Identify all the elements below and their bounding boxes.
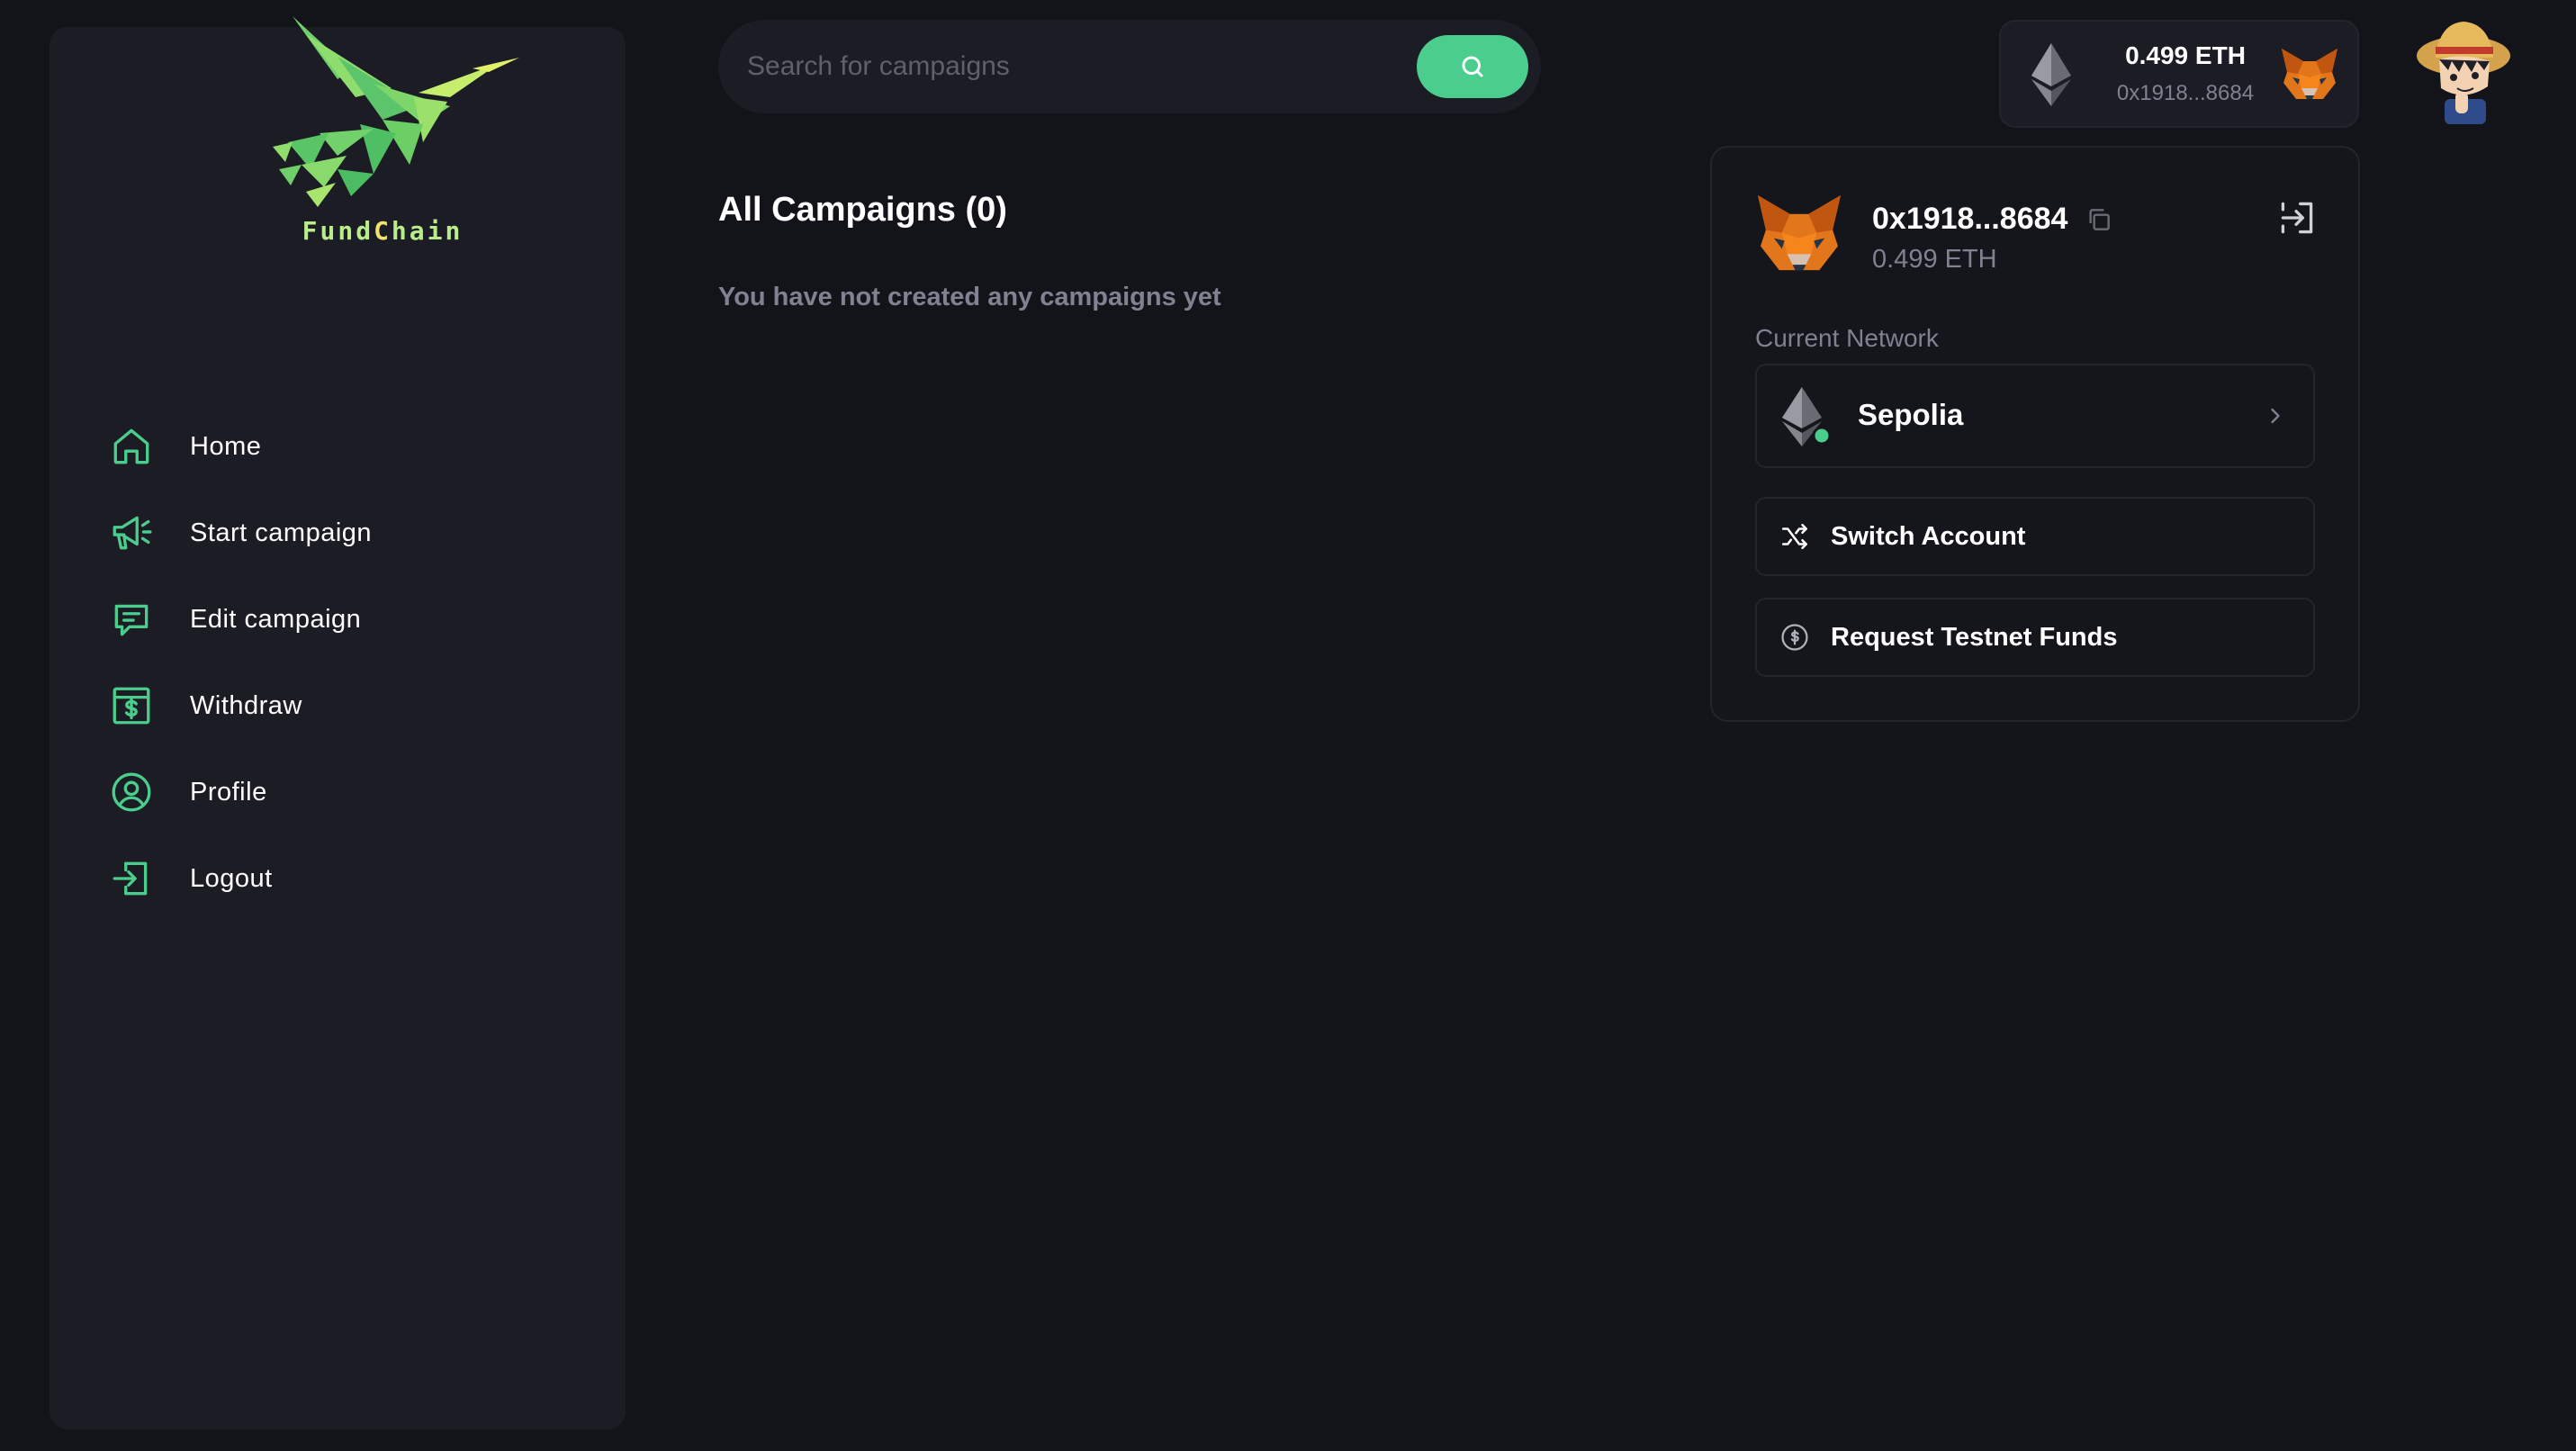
empty-state-message: You have not created any campaigns yet: [718, 283, 1221, 311]
search-icon: [1462, 56, 1483, 77]
megaphone-icon: [107, 509, 156, 557]
sidebar-item-label: Home: [190, 431, 262, 461]
logo[interactable]: FundChain: [203, 7, 563, 295]
sidebar: FundChain Home Start campaign Edit campa…: [50, 16, 626, 1429]
wallet-dropdown: 0x1918...8684 0.499 ETH Current Network …: [1710, 146, 2360, 722]
search-button[interactable]: [1417, 35, 1528, 98]
sidebar-item-label: Profile: [190, 777, 267, 807]
sidebar-item-profile[interactable]: Profile: [107, 749, 372, 835]
coin-icon: [1777, 619, 1813, 655]
ethereum-icon: [2031, 43, 2071, 106]
metamask-fox-icon: [2282, 49, 2337, 99]
sidebar-item-edit-campaign[interactable]: Edit campaign: [107, 576, 372, 662]
wallet-address: 0x1918...8684: [2116, 81, 2255, 105]
sidebar-item-withdraw[interactable]: Withdraw: [107, 662, 372, 749]
network-label: Current Network: [1755, 324, 1939, 352]
switch-account-label: Switch Account: [1831, 521, 2026, 551]
chevron-right-icon: [2271, 408, 2280, 424]
search-bar: [718, 20, 1541, 113]
brand-name: FundChain: [302, 216, 464, 246]
sidebar-item-label: Logout: [190, 863, 273, 893]
avatar-image: [2417, 22, 2510, 124]
home-icon: [107, 422, 156, 471]
network-name: Sepolia: [1858, 398, 1964, 431]
wallet-balance: 0.499 ETH: [1872, 245, 1997, 274]
sidebar-item-label: Edit campaign: [190, 604, 362, 634]
wallet-balance: 0.499 ETH: [2125, 41, 2246, 69]
disconnect-icon[interactable]: [2277, 198, 2317, 238]
ethereum-icon: [1782, 387, 1832, 446]
logout-icon: [107, 854, 156, 903]
sidebar-item-label: Withdraw: [190, 690, 302, 720]
search-input[interactable]: [718, 20, 1417, 113]
avatar[interactable]: [2412, 16, 2515, 124]
wallet-button[interactable]: 0.499 ETH 0x1918...8684: [1999, 20, 2359, 128]
message-icon: [107, 595, 156, 644]
sidebar-item-label: Start campaign: [190, 518, 373, 547]
shuffle-icon: [1777, 518, 1813, 554]
wallet-address: 0x1918...8684: [1872, 202, 2068, 236]
copy-icon[interactable]: [2085, 205, 2113, 234]
network-selector[interactable]: Sepolia: [1755, 364, 2315, 468]
dollar-icon: [107, 681, 156, 730]
sidebar-item-home[interactable]: Home: [107, 403, 372, 490]
sidebar-nav: Home Start campaign Edit campaign Withdr…: [107, 403, 372, 922]
metamask-fox-icon: [1758, 194, 1841, 271]
request-funds-button[interactable]: Request Testnet Funds: [1755, 598, 2315, 677]
switch-account-button[interactable]: Switch Account: [1755, 497, 2315, 576]
page-title: All Campaigns (0): [718, 191, 1007, 229]
request-funds-label: Request Testnet Funds: [1831, 622, 2118, 652]
hummingbird-icon: [273, 16, 519, 207]
app-root: FundChain Home Start campaign Edit campa…: [0, 0, 2576, 1451]
sidebar-item-logout[interactable]: Logout: [107, 835, 372, 922]
user-icon: [107, 768, 156, 816]
sidebar-item-start-campaign[interactable]: Start campaign: [107, 490, 372, 576]
